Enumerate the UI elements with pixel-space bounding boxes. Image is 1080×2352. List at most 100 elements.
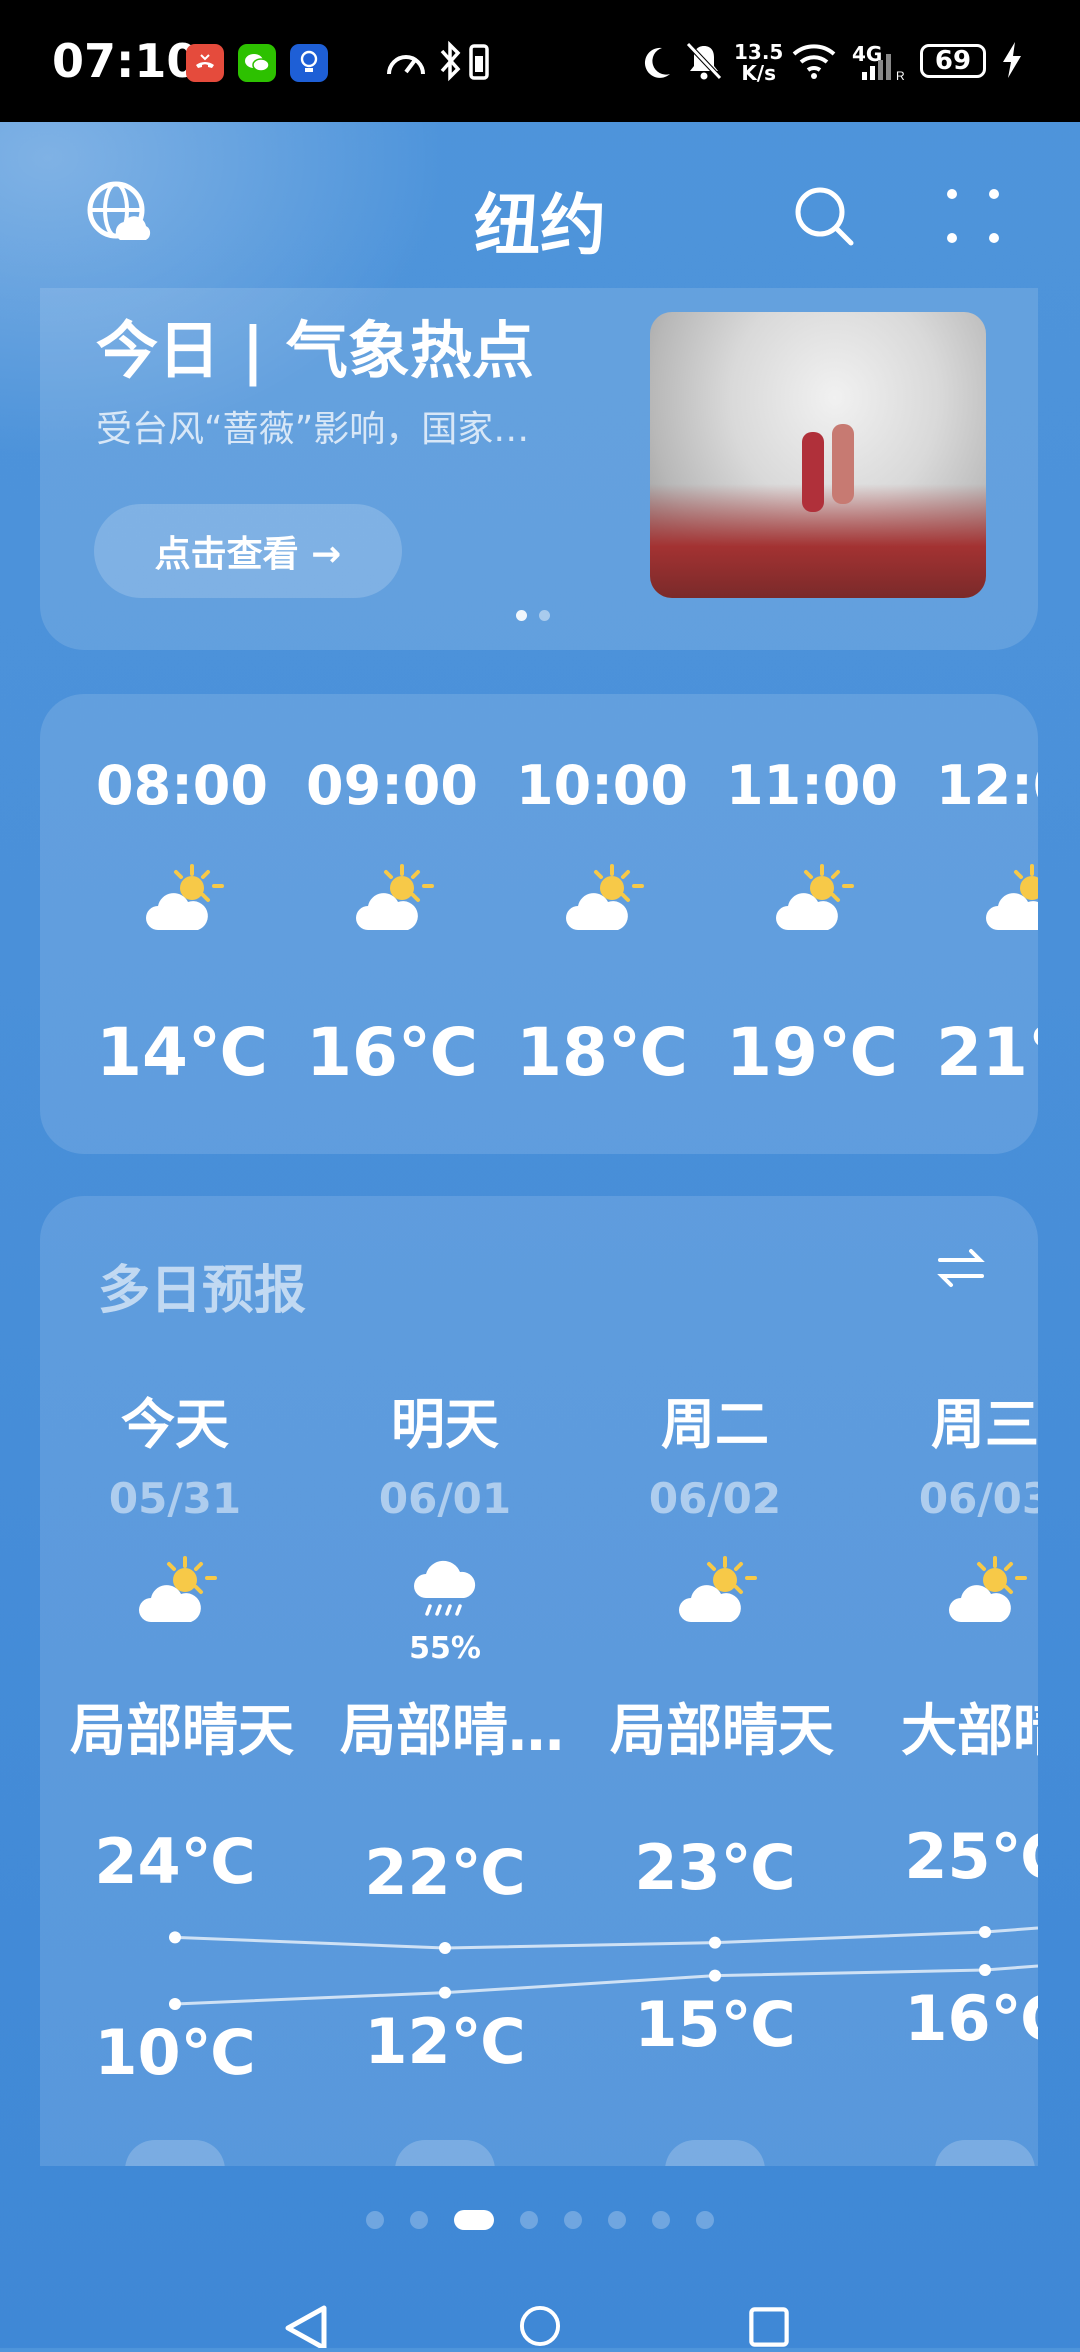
forecast-date: 05/31: [108, 1474, 242, 1523]
svg-text:R: R: [896, 69, 905, 82]
partly-sunny-icon: [610, 1556, 820, 1632]
partly-sunny-icon: [287, 864, 497, 940]
page-dot[interactable]: [410, 2211, 428, 2229]
carousel-dot: [539, 610, 550, 621]
status-bar: 07:10 13.5 K/s 4G R 69: [0, 0, 1080, 122]
hour-temperature: 21℃: [936, 1014, 1038, 1091]
net-speed-value: 13.5: [734, 40, 784, 64]
charging-icon: [1000, 40, 1024, 89]
wind-badge: [935, 2140, 1035, 2166]
forecast-condition: 局部晴天: [70, 1699, 294, 1764]
more-dots-icon[interactable]: [946, 188, 1000, 248]
news-subtitle: 受台风“蔷薇”影响，国家…: [96, 409, 530, 450]
navigation-bar: [0, 2296, 1080, 2351]
hour-temperature: 18℃: [516, 1014, 688, 1091]
news-title: 今日 | 气象热点: [96, 314, 534, 387]
bulb-app-icon: [290, 44, 328, 82]
city-title[interactable]: 纽约: [0, 172, 1080, 268]
battery-level: 69: [934, 46, 972, 76]
hour-temperature: 16℃: [306, 1014, 478, 1091]
partly-sunny-icon: [917, 864, 1038, 940]
wind-badge: [125, 2140, 225, 2166]
recents-icon[interactable]: [744, 2306, 794, 2352]
forecast-date: 06/01: [378, 1474, 512, 1523]
signal-icon: R: [852, 52, 908, 86]
hour-time: 08:00: [96, 754, 268, 817]
home-icon[interactable]: [512, 2304, 568, 2352]
carousel-dot: [516, 610, 527, 621]
page-dot[interactable]: [696, 2211, 714, 2229]
missed-call-icon: [186, 44, 224, 82]
wifi-icon: [790, 40, 838, 84]
forecast-condition: 局部晴…: [340, 1699, 564, 1764]
hour-time: 12:00: [936, 754, 1038, 817]
high-temp-line-point: [169, 1931, 181, 1944]
forecast-low-temp: 10℃: [94, 2016, 256, 2089]
page-dot[interactable]: [652, 2211, 670, 2229]
moon-icon: [636, 42, 674, 86]
status-time: 07:10: [52, 34, 199, 88]
page-dot[interactable]: [608, 2211, 626, 2229]
speedometer-icon: [384, 42, 428, 86]
low-temp-line-point: [169, 1998, 181, 2010]
forecast-condition: 局部晴天: [610, 1699, 834, 1764]
forecast-low-temp: 12℃: [364, 2004, 526, 2078]
news-image[interactable]: [650, 312, 986, 598]
wind-badge: [665, 2140, 765, 2166]
partly-sunny-icon: [497, 864, 707, 940]
page-dot[interactable]: [366, 2211, 384, 2229]
hour-time: 09:00: [306, 754, 478, 817]
precipitation-chance: 55%: [409, 1631, 481, 1666]
view-news-button[interactable]: 点击查看 →: [94, 504, 402, 598]
partly-sunny-icon: [707, 864, 917, 940]
forecast-high-temp: 22℃: [364, 1836, 526, 1909]
forecast-day: 周二: [661, 1393, 769, 1456]
page-dot[interactable]: [564, 2211, 582, 2229]
back-icon[interactable]: [280, 2304, 332, 2352]
bell-off-icon: [684, 40, 724, 86]
hour-temperature: 14℃: [96, 1014, 268, 1091]
partly-sunny-icon: [70, 1556, 280, 1632]
high-temp-line-point: [439, 1942, 451, 1954]
page-dot[interactable]: [520, 2211, 538, 2229]
forecast-high-temp: 24℃: [94, 1825, 256, 1899]
forecast-day: 周三: [931, 1393, 1038, 1456]
net-speed-unit: K/s: [741, 61, 777, 85]
low-temp-line-point: [709, 1969, 721, 1982]
daily-forecast-card[interactable]: 多日预报 今天 05/31 局部晴天 24℃ 10℃ 明天 06/01 55% 局部晴… 22℃ 1…: [40, 1196, 1038, 2166]
news-carousel-dots: [516, 610, 550, 621]
forecast-day: 今天: [121, 1393, 229, 1456]
rain-cloud-icon: [340, 1556, 550, 1630]
battery-icon: 69: [920, 44, 986, 78]
forecast-low-temp: 15℃: [634, 1987, 796, 2061]
forecast-high-temp: 23℃: [634, 1830, 796, 1904]
forecast-day: 明天: [391, 1393, 499, 1456]
page-indicator[interactable]: [0, 2210, 1080, 2230]
forecast-date: 06/02: [648, 1474, 782, 1523]
news-card[interactable]: 今日 | 气象热点 受台风“蔷薇”影响，国家… 点击查看 →: [40, 288, 1038, 650]
swap-view-icon[interactable]: [936, 1246, 986, 1294]
high-temp-line-point: [979, 1926, 991, 1938]
page-dot[interactable]: [454, 2210, 494, 2230]
hour-time: 11:00: [726, 754, 898, 817]
forecast-low-temp: 16℃: [904, 1982, 1038, 2055]
high-temp-line-point: [709, 1936, 721, 1949]
bluetooth-icon: [436, 40, 464, 86]
hour-time: 10:00: [516, 754, 688, 817]
wechat-icon: [238, 44, 276, 82]
net-speed: 13.5 K/s: [734, 42, 783, 84]
search-icon[interactable]: [792, 184, 858, 254]
low-temp-line-point: [979, 1964, 991, 1976]
phone-vibrate-icon: [464, 42, 494, 86]
forecast-date: 06/03: [918, 1474, 1038, 1523]
wind-badge: [395, 2140, 495, 2166]
forecast-high-temp: 25℃: [904, 1820, 1038, 1893]
partly-sunny-icon: [77, 864, 287, 940]
forecast-title: 多日预报: [98, 1261, 307, 1321]
hour-temperature: 19℃: [726, 1014, 898, 1091]
partly-sunny-icon: [880, 1556, 1038, 1632]
hourly-forecast-card[interactable]: 08:00 14℃ 09:00 16℃ 10:00 18℃ 11:00 19℃ 12:00 21℃: [40, 694, 1038, 1154]
high-temp-line: [174, 1926, 1038, 1950]
low-temp-line-point: [439, 1986, 451, 1999]
forecast-condition: 大部晴: [901, 1699, 1038, 1764]
